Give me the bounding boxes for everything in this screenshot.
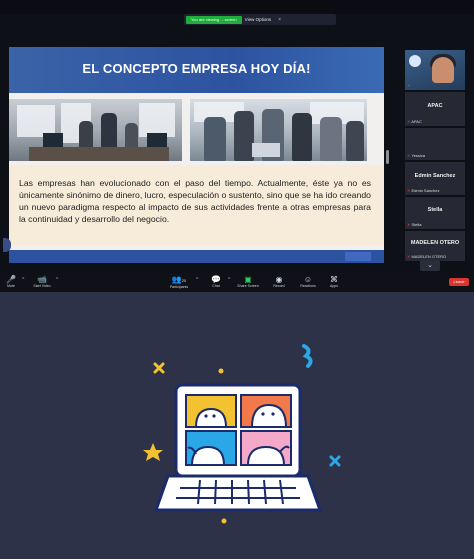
participant-tag: APAC <box>407 119 422 124</box>
share-screen-button[interactable]: ▣ Share Screen <box>234 275 262 288</box>
participant-tag: Yessica <box>407 153 425 158</box>
chevron-up-icon[interactable]: ^ <box>196 277 198 283</box>
participant-tile[interactable]: MADELEN OTERO MADELEN OTERO <box>405 231 465 261</box>
record-button[interactable]: ◉ Record <box>268 275 290 288</box>
participant-tile[interactable]: Stella Stella <box>405 197 465 229</box>
chevron-up-icon[interactable]: ^ <box>228 277 230 283</box>
participant-tag: Stella <box>407 222 421 227</box>
mute-button[interactable]: 🎤 Mute <box>2 275 20 288</box>
participant-tile[interactable]: APAC APAC <box>405 92 465 126</box>
chevron-up-icon[interactable]: ^ <box>56 277 58 283</box>
close-icon[interactable]: × <box>278 17 281 23</box>
chevron-down-icon[interactable]: ⌄ <box>420 260 440 271</box>
zoom-window-photo: You are viewing ... screen View Options … <box>0 0 474 292</box>
video-camera-icon: 📹 <box>37 275 47 284</box>
reactions-button[interactable]: ☺ Reactions <box>296 275 320 288</box>
people-icon: 👥20 <box>171 275 187 284</box>
participant-name: Stella <box>427 207 443 213</box>
start-video-button[interactable]: 📹 Start Video <box>30 275 54 288</box>
participant-tile[interactable]: Edmin Sanchez Edmin Sanchez <box>405 162 465 195</box>
participant-video-feed <box>432 57 454 83</box>
view-options-button[interactable]: View Options <box>245 17 271 22</box>
laptop-video-call-icon <box>143 344 341 524</box>
meeting-toolbar: 🎤 Mute ^ 📹 Start Video ^ 👥20 Participant… <box>0 273 474 292</box>
logo-icon <box>409 55 421 67</box>
slide-body-text: Las empresas han evolucionado con el pas… <box>19 178 371 224</box>
video-placeholder-area <box>0 292 474 559</box>
participant-name: APAC <box>427 103 443 109</box>
participant-tag: Edmin Sanchez <box>407 188 439 193</box>
shared-slide: EL CONCEPTO EMPRESA HOY DÍA! Las empresa… <box>9 47 384 263</box>
screen-share-banner: You are viewing ... screen View Options … <box>184 14 336 25</box>
smiley-icon: ☺ <box>303 275 313 284</box>
participant-count: 20 <box>181 278 187 283</box>
participant-panel: APAC APAC Yessica Edmin Sanchez Edmin Sa… <box>405 50 465 278</box>
chat-bubble-icon: 💬 <box>211 275 221 284</box>
slide-photo-office <box>9 99 182 161</box>
slide-nav-button[interactable] <box>345 252 371 261</box>
microphone-icon: 🎤 <box>6 275 16 284</box>
leave-button[interactable]: Leave <box>449 278 469 286</box>
participant-tile[interactable] <box>405 50 465 90</box>
chevron-up-icon[interactable]: ^ <box>22 277 24 283</box>
participant-tile[interactable]: Yessica <box>405 128 465 160</box>
slide-photo-team <box>190 99 367 161</box>
share-screen-icon: ▣ <box>244 275 252 284</box>
apps-button[interactable]: ⌘ Apps <box>324 275 344 288</box>
monitor-bezel <box>0 0 474 14</box>
chat-button[interactable]: 💬 Chat <box>206 275 226 288</box>
participant-tag: MADELEN OTERO <box>407 254 446 259</box>
participant-name: MADELEN OTERO <box>410 240 460 246</box>
participant-tag <box>407 83 410 88</box>
participant-name: Edmin Sanchez <box>414 173 456 179</box>
sharing-indicator[interactable]: You are viewing ... screen <box>186 15 242 24</box>
panel-resize-handle[interactable] <box>386 150 389 164</box>
slide-title: EL CONCEPTO EMPRESA HOY DÍA! <box>82 61 311 76</box>
apps-icon: ⌘ <box>330 275 338 284</box>
participants-button[interactable]: 👥20 Participants <box>164 275 194 289</box>
slide-footer-bar <box>9 250 384 263</box>
record-icon: ◉ <box>275 275 283 284</box>
